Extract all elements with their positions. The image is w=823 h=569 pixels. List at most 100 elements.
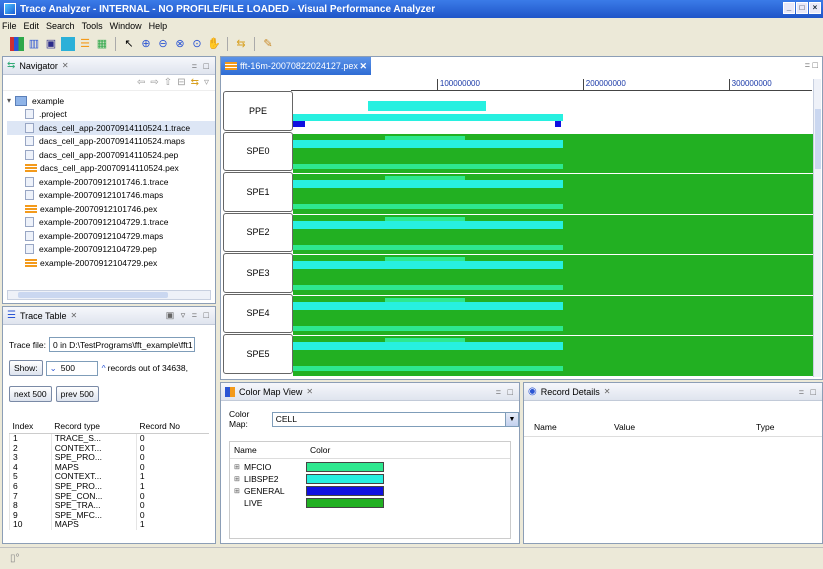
table-row[interactable]: 5 CONTEXT... 1 bbox=[9, 472, 209, 482]
tree-file[interactable]: dacs_cell_app-20070914110524.1.trace bbox=[7, 121, 215, 135]
menu-window[interactable]: Window bbox=[110, 21, 142, 31]
tree-file[interactable]: dacs_cell_app-20070914110524.pep bbox=[7, 148, 215, 162]
table-row[interactable]: 8 SPE_TRA... 0 bbox=[9, 501, 209, 511]
view-menu-icon[interactable]: ▿ bbox=[204, 77, 209, 88]
spin-down-icon[interactable]: ⌄ bbox=[50, 363, 57, 374]
show-button[interactable]: Show: bbox=[9, 360, 43, 376]
column-index[interactable]: Index bbox=[9, 419, 52, 434]
table-row[interactable]: 6 SPE_PRO... 1 bbox=[9, 481, 209, 492]
tree-file[interactable]: example-20070912101746.maps bbox=[7, 189, 215, 203]
show-count-field[interactable]: ⌄ 500 bbox=[45, 360, 98, 376]
zoom-in-icon[interactable]: ⊕ bbox=[139, 37, 153, 51]
color-map-entry[interactable]: LIVE bbox=[230, 497, 510, 509]
record-details-header: ◉ Record Details ✕ = □ bbox=[524, 383, 822, 401]
sync-icon[interactable]: ⇆ bbox=[234, 37, 248, 51]
collapse-toggle-icon[interactable]: ▾ bbox=[7, 96, 15, 105]
pex-icon[interactable]: ☰ bbox=[78, 37, 92, 51]
color-map-entry[interactable]: ⊞ LIBSPE2 bbox=[230, 473, 510, 485]
column-name[interactable]: Name bbox=[234, 445, 310, 455]
editor-tab[interactable]: fft-16m-20070822024127.pex ✕ bbox=[221, 57, 371, 75]
forward-icon[interactable]: ⇨ bbox=[150, 77, 158, 88]
cell-record-no: 0 bbox=[135, 453, 209, 463]
prev-500-button[interactable]: prev 500 bbox=[55, 386, 99, 402]
pan-icon[interactable]: ✋ bbox=[207, 37, 221, 51]
tree-file[interactable]: .project bbox=[7, 108, 215, 122]
zoom-region-icon[interactable]: ⊙ bbox=[190, 37, 204, 51]
pointer-icon[interactable]: ↖ bbox=[122, 37, 136, 51]
editor-view-controls[interactable]: = □ bbox=[805, 60, 818, 70]
marker-icon[interactable]: ✎ bbox=[261, 37, 275, 51]
tree-file[interactable]: dacs_cell_app-20070914110524.pex bbox=[7, 162, 215, 176]
table-row[interactable]: 3 SPE_PRO... 0 bbox=[9, 453, 209, 463]
tree-file[interactable]: example-20070912104729.maps bbox=[7, 229, 215, 243]
expand-icon[interactable]: ⊞ bbox=[234, 475, 244, 483]
view-controls[interactable]: = □ bbox=[799, 387, 818, 397]
file-icon bbox=[25, 149, 34, 160]
title-bar: Trace Analyzer - INTERNAL - NO PROFILE/F… bbox=[0, 0, 823, 18]
chart-columns-icon[interactable]: ▥ bbox=[27, 37, 41, 51]
column-record-type[interactable]: Record type bbox=[51, 419, 137, 434]
close-view-icon[interactable]: ✕ bbox=[306, 387, 313, 396]
entry-name: LIVE bbox=[244, 498, 263, 508]
navigator-horizontal-scrollbar[interactable] bbox=[7, 290, 211, 300]
menu-search[interactable]: Search bbox=[46, 21, 75, 31]
close-view-icon[interactable]: ✕ bbox=[71, 311, 78, 320]
maximize-button[interactable]: □ bbox=[796, 2, 808, 14]
trace-file-field[interactable]: 0 in D:\TestPrograms\fft_example\fft1 bbox=[49, 337, 196, 352]
close-tab-icon[interactable]: ✕ bbox=[359, 61, 367, 72]
tree-file[interactable]: dacs_cell_app-20070914110524.maps bbox=[7, 135, 215, 149]
color-map-entry[interactable]: ⊞ GENERAL bbox=[230, 485, 510, 497]
menu-tools[interactable]: Tools bbox=[82, 21, 103, 31]
column-color[interactable]: Color bbox=[310, 445, 330, 455]
view-controls[interactable]: = □ bbox=[192, 61, 211, 71]
chevron-down-icon[interactable]: ▼ bbox=[505, 412, 518, 426]
monitor-icon[interactable]: ▣ bbox=[44, 37, 58, 51]
tree-file[interactable]: example-20070912101746.1.trace bbox=[7, 175, 215, 189]
timeline-lanes[interactable] bbox=[293, 93, 815, 377]
tree-folder-example[interactable]: ▾ example bbox=[7, 94, 215, 108]
back-icon[interactable]: ⇦ bbox=[137, 77, 145, 88]
menu-bar: File Edit Search Tools Window Help bbox=[0, 18, 823, 34]
table-row[interactable]: 1 TRACE_S... 0 bbox=[9, 433, 209, 444]
expand-icon[interactable]: ⊞ bbox=[234, 463, 244, 471]
tree-file[interactable]: example-20070912104729.pex bbox=[7, 256, 215, 270]
expand-icon[interactable]: ⊞ bbox=[234, 487, 244, 495]
table-row[interactable]: 10 MAPS 1 bbox=[9, 520, 209, 530]
menu-help[interactable]: Help bbox=[149, 21, 168, 31]
timeline-icon[interactable]: ▦ bbox=[95, 37, 109, 51]
file-icon bbox=[25, 244, 34, 255]
up-icon[interactable]: ⇧ bbox=[164, 77, 172, 88]
column-record-no[interactable]: Record No bbox=[136, 419, 209, 434]
timeline-vertical-scrollbar[interactable] bbox=[813, 79, 821, 377]
close-button[interactable]: × bbox=[809, 2, 821, 14]
column-value[interactable]: Value bbox=[614, 422, 756, 432]
link-editor-icon[interactable]: ⇆ bbox=[191, 77, 199, 88]
tree-file[interactable]: example-20070912101746.pex bbox=[7, 202, 215, 216]
table-row[interactable]: 2 CONTEXT... 0 bbox=[9, 443, 209, 454]
zoom-fit-icon[interactable]: ⊗ bbox=[173, 37, 187, 51]
close-view-icon[interactable]: ✕ bbox=[62, 61, 69, 70]
tree-file[interactable]: example-20070912104729.1.trace bbox=[7, 216, 215, 230]
menu-edit[interactable]: Edit bbox=[24, 21, 40, 31]
column-name[interactable]: Name bbox=[534, 422, 614, 432]
table-row[interactable]: 4 MAPS 0 bbox=[9, 462, 209, 473]
view-controls[interactable]: ▣ ▿ = □ bbox=[166, 310, 211, 321]
zoom-out-icon[interactable]: ⊖ bbox=[156, 37, 170, 51]
chart-bars-icon[interactable] bbox=[10, 37, 24, 51]
table-row[interactable]: 7 SPE_CON... 0 bbox=[9, 491, 209, 502]
table-row[interactable]: 9 SPE_MFC... 0 bbox=[9, 510, 209, 521]
tree-file[interactable]: example-20070912104729.pep bbox=[7, 243, 215, 257]
column-type[interactable]: Type bbox=[756, 422, 774, 432]
color-map-entry[interactable]: ⊞ MFCIO bbox=[230, 461, 510, 473]
collapse-all-icon[interactable]: ⊟ bbox=[177, 77, 185, 88]
minimize-button[interactable]: _ bbox=[783, 2, 795, 14]
close-view-icon[interactable]: ✕ bbox=[604, 387, 611, 396]
spin-up-icon[interactable]: ^ bbox=[102, 363, 106, 373]
color-map-select[interactable]: CELL ▼ bbox=[271, 411, 519, 427]
view-controls[interactable]: = □ bbox=[496, 387, 515, 397]
trace-icon[interactable] bbox=[61, 37, 75, 51]
navigator-header: ⇆ Navigator ✕ = □ bbox=[3, 57, 215, 75]
navigator-icon: ⇆ bbox=[7, 60, 16, 71]
next-500-button[interactable]: next 500 bbox=[9, 386, 52, 402]
menu-file[interactable]: File bbox=[2, 21, 17, 31]
